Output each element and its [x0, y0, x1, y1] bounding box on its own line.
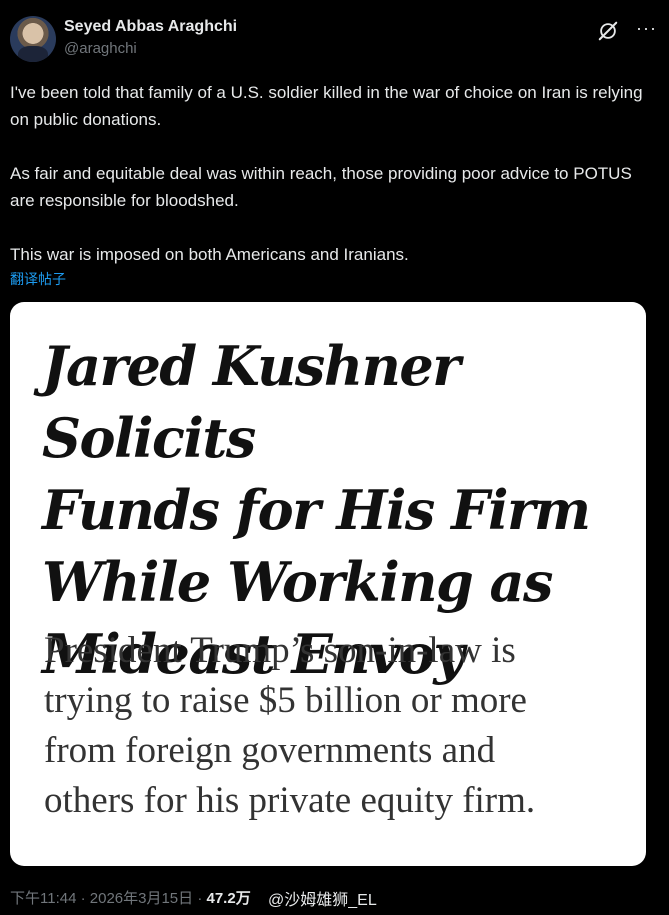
- watermark: @沙姆雄狮_EL: [268, 892, 377, 909]
- tweet-text: I've been told that family of a U.S. sol…: [10, 79, 650, 268]
- tweet-header: Seyed Abbas Araghchi @araghchi ···: [10, 14, 659, 62]
- author-handle[interactable]: @araghchi: [64, 40, 137, 57]
- tweet-paragraph: This war is imposed on both Americans an…: [10, 245, 409, 264]
- tweet-paragraph: I've been told that family of a U.S. sol…: [10, 83, 643, 129]
- more-icon[interactable]: ···: [636, 18, 657, 39]
- article-subhead: President Trump’s son-in-law is trying t…: [44, 630, 536, 821]
- view-count: 47.2万: [206, 890, 251, 907]
- timestamp[interactable]: 下午11:44 · 2026年3月15日 ·: [10, 890, 202, 907]
- attached-image[interactable]: Jared Kushner Solicits Funds for His Fir…: [10, 302, 646, 866]
- translate-post-link[interactable]: 翻译帖子: [10, 269, 66, 289]
- author-name[interactable]: Seyed Abbas Araghchi: [64, 18, 237, 36]
- tweet-paragraph: As fair and equitable deal was within re…: [10, 164, 632, 210]
- avatar[interactable]: [10, 16, 56, 62]
- tweet-meta: 下午11:44 · 2026年3月15日 · 47.2万: [10, 887, 251, 908]
- grok-icon[interactable]: [597, 20, 619, 42]
